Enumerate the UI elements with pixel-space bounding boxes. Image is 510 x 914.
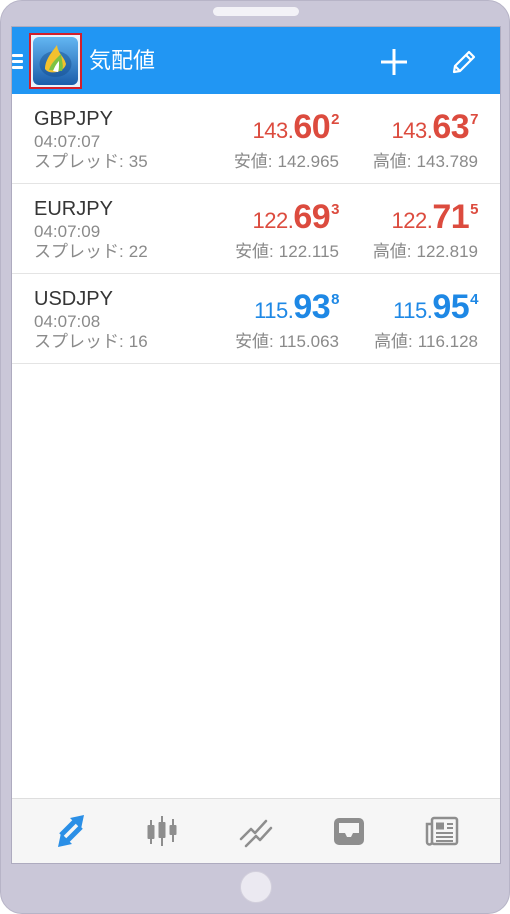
nav-tab-chart[interactable] xyxy=(138,807,186,855)
hamburger-menu-icon xyxy=(12,54,23,70)
quote-time: 04:07:08 xyxy=(34,312,101,331)
low-price: 安値: 115.063 xyxy=(235,332,339,352)
page-title: 気配値 xyxy=(89,48,156,73)
high-price: 高値: 116.128 xyxy=(374,332,478,352)
menu-line xyxy=(12,54,23,57)
bid-price: 143.602 xyxy=(253,109,340,152)
ask-price-pips: 63 xyxy=(432,108,470,146)
quotes-arrows-icon xyxy=(58,815,84,847)
low-value: 115.063 xyxy=(278,332,339,351)
ask-price-fraction: 5 xyxy=(470,201,478,218)
high-value: 122.819 xyxy=(416,242,478,261)
news-icon xyxy=(425,816,459,846)
ask-price-fraction: 7 xyxy=(470,111,478,128)
trade-line-icon xyxy=(239,819,273,848)
nav-tab-history[interactable] xyxy=(325,807,373,855)
bid-price-pips: 69 xyxy=(293,198,331,236)
ask-price-main: 115. xyxy=(393,298,433,323)
high-value: 116.128 xyxy=(417,332,478,351)
high-label: 高値: xyxy=(374,332,413,351)
ask-price-main: 122. xyxy=(391,208,433,233)
symbol-name: GBPJPY xyxy=(34,108,113,130)
nav-tab-news[interactable] xyxy=(418,807,466,855)
menu-line xyxy=(12,60,23,63)
bottom-navigation xyxy=(12,798,500,863)
ask-price-fraction: 4 xyxy=(470,291,478,308)
edit-list-button[interactable] xyxy=(450,48,478,76)
bid-price: 122.693 xyxy=(253,199,340,242)
bid-price-main: 115. xyxy=(254,298,294,323)
low-price: 安値: 142.965 xyxy=(234,152,339,172)
quote-row[interactable]: GBPJPY 04:07:07 スプレッド: 35 143.602 143.637… xyxy=(12,94,500,184)
spread: スプレッド: 16 xyxy=(34,332,148,352)
phone-frame: 気配値 GBPJPY 04:07:07 スプレッド: 35 143.602 143… xyxy=(0,0,510,914)
ask-price: 143.637 xyxy=(392,109,479,152)
ask-price: 122.715 xyxy=(392,199,479,242)
metatrader-app-logo[interactable] xyxy=(33,37,78,85)
low-price: 安値: 122.115 xyxy=(235,242,339,262)
nav-tab-quotes[interactable] xyxy=(47,807,95,855)
bid-price-pips: 93 xyxy=(293,288,331,326)
bid-price-main: 122. xyxy=(252,208,294,233)
symbol-name: EURJPY xyxy=(34,198,113,220)
bid-price-fraction: 2 xyxy=(331,111,339,128)
quote-time: 04:07:09 xyxy=(34,222,101,241)
bid-price-fraction: 8 xyxy=(331,291,339,308)
high-value: 143.789 xyxy=(416,152,478,171)
bid-price: 115.938 xyxy=(254,289,339,332)
low-label: 安値: xyxy=(235,242,274,261)
spread: スプレッド: 22 xyxy=(34,242,148,262)
nav-drawer-button[interactable] xyxy=(12,27,84,94)
low-label: 安値: xyxy=(235,332,274,351)
spread-label: スプレッド: xyxy=(34,152,124,171)
phone-home-button[interactable] xyxy=(240,871,272,903)
spread-label: スプレッド: xyxy=(34,242,124,261)
high-label: 高値: xyxy=(372,242,412,261)
app-screen: 気配値 GBPJPY 04:07:07 スプレッド: 35 143.602 143… xyxy=(12,27,500,863)
highlight-box xyxy=(29,33,82,89)
candlestick-chart-icon xyxy=(147,816,177,846)
menu-line xyxy=(12,66,23,69)
high-price: 高値: 143.789 xyxy=(373,152,478,172)
phone-speaker xyxy=(213,7,299,16)
ask-price-main: 143. xyxy=(391,118,433,143)
symbol-name: USDJPY xyxy=(34,288,113,310)
ask-price: 115.954 xyxy=(393,289,478,332)
quote-row[interactable]: EURJPY 04:07:09 スプレッド: 22 122.693 122.715… xyxy=(12,184,500,274)
ask-price-pips: 95 xyxy=(432,288,470,326)
high-label: 高値: xyxy=(372,152,412,171)
quote-time: 04:07:07 xyxy=(34,132,101,151)
bid-price-fraction: 3 xyxy=(331,201,339,218)
high-price: 高値: 122.819 xyxy=(373,242,478,262)
low-value: 122.115 xyxy=(278,242,339,261)
spread-label: スプレッド: xyxy=(34,332,124,351)
nav-tab-trade[interactable] xyxy=(232,807,280,855)
quote-row[interactable]: USDJPY 04:07:08 スプレッド: 16 115.938 115.954… xyxy=(12,274,500,364)
spread-value: 35 xyxy=(128,152,148,171)
ask-price-pips: 71 xyxy=(432,198,470,236)
bid-price-main: 143. xyxy=(252,118,294,143)
spread-value: 16 xyxy=(128,332,148,351)
history-inbox-icon xyxy=(334,818,364,845)
pencil-icon xyxy=(452,50,476,74)
spread: スプレッド: 35 xyxy=(34,152,148,172)
add-symbol-button[interactable] xyxy=(379,47,409,77)
spread-value: 22 xyxy=(128,242,148,261)
low-value: 142.965 xyxy=(277,152,339,171)
app-bar: 気配値 xyxy=(12,27,500,94)
bid-price-pips: 60 xyxy=(293,108,331,146)
low-label: 安値: xyxy=(233,152,273,171)
plus-icon xyxy=(381,49,407,75)
